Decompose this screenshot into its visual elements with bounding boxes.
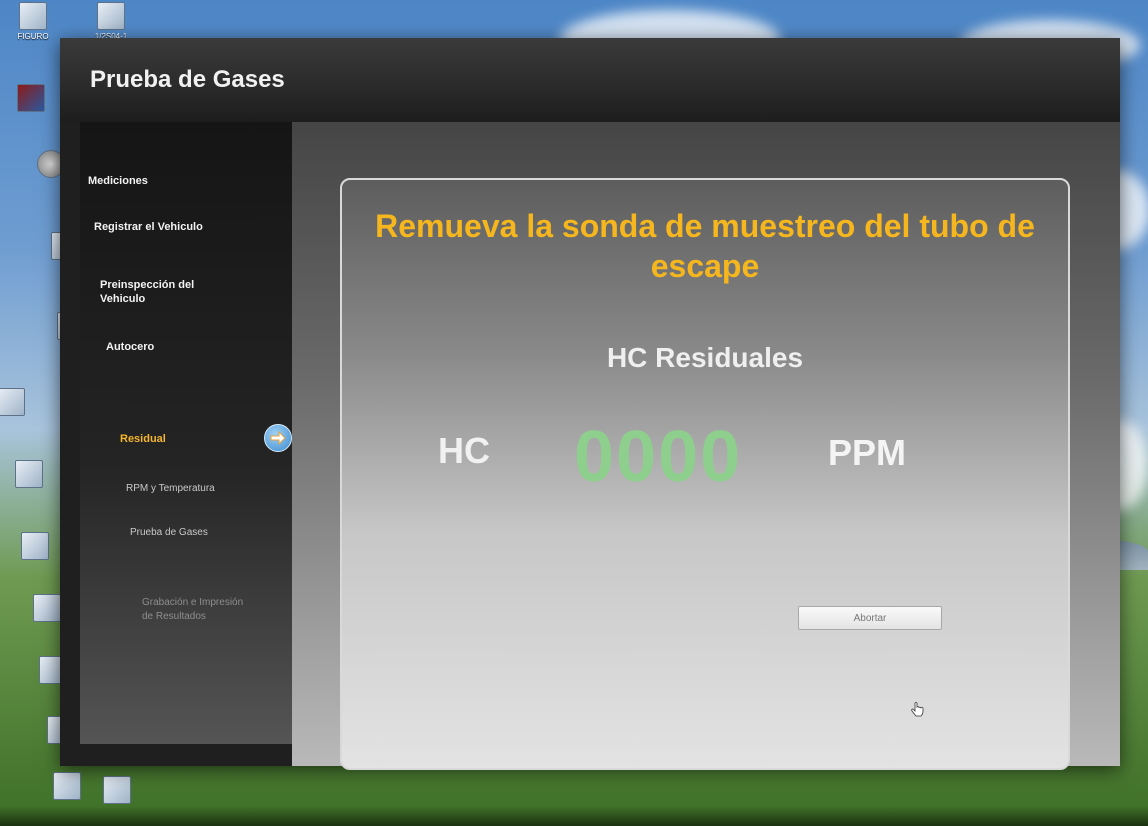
file-icon xyxy=(0,388,25,416)
sidebar: Mediciones Registrar el Vehiculo Preinsp… xyxy=(80,122,292,744)
desktop-icon[interactable] xyxy=(4,84,58,114)
desktop-icon[interactable] xyxy=(40,772,94,802)
file-icon xyxy=(19,2,47,30)
winrar-icon xyxy=(17,84,45,112)
desktop-icon[interactable] xyxy=(8,532,62,562)
file-icon xyxy=(15,460,43,488)
hc-reading-value: 0000 xyxy=(574,417,743,497)
instruction-message: Remueva la sonda de muestreo del tubo de… xyxy=(375,208,1035,284)
app-title: Prueba de Gases xyxy=(90,66,285,93)
file-icon xyxy=(53,772,81,800)
section-title: HC Residuales xyxy=(606,342,804,373)
screen-edge-shadow xyxy=(0,806,1148,826)
title-bar: Prueba de Gases xyxy=(60,38,1120,122)
sidebar-item-residual[interactable]: Residual xyxy=(120,432,270,446)
desktop-icon[interactable] xyxy=(0,388,38,418)
content-area: Remueva la sonda de muestreo del tubo de… xyxy=(292,122,1120,770)
residual-panel: Remueva la sonda de muestreo del tubo de… xyxy=(340,178,1070,770)
sidebar-item-preinspeccion[interactable]: Preinspección del Vehiculo xyxy=(100,278,240,306)
sidebar-item-grabacion-impresion: Grabación e Impresión de Resultados xyxy=(142,597,244,622)
desktop-icon[interactable] xyxy=(2,460,56,490)
unit-label: PPM xyxy=(828,432,907,473)
file-icon xyxy=(21,532,49,560)
sidebar-item-registrar-vehiculo[interactable]: Registrar el Vehiculo xyxy=(94,220,204,234)
sidebar-item-mediciones[interactable]: Mediciones xyxy=(88,174,238,188)
file-icon xyxy=(33,594,61,622)
hand-cursor-icon xyxy=(911,702,924,717)
desktop-icon[interactable]: 1/2S04-1 xyxy=(84,2,138,41)
sidebar-item-autocero[interactable]: Autocero xyxy=(106,340,256,354)
abort-button[interactable]: Abortar xyxy=(798,606,942,630)
hc-label: HC xyxy=(438,430,490,471)
app-window: Prueba de Gases Mediciones Registrar el … xyxy=(60,38,1120,770)
file-icon xyxy=(103,776,131,804)
desktop-icon-label: FIGURO xyxy=(17,32,49,41)
arrow-right-icon xyxy=(264,424,292,452)
desktop-icon[interactable] xyxy=(90,776,144,806)
sidebar-item-prueba-gases[interactable]: Prueba de Gases xyxy=(130,526,280,540)
sidebar-item-rpm-temperatura[interactable]: RPM y Temperatura xyxy=(126,482,276,496)
desktop-icon[interactable]: FIGURO xyxy=(6,2,60,41)
file-icon xyxy=(97,2,125,30)
